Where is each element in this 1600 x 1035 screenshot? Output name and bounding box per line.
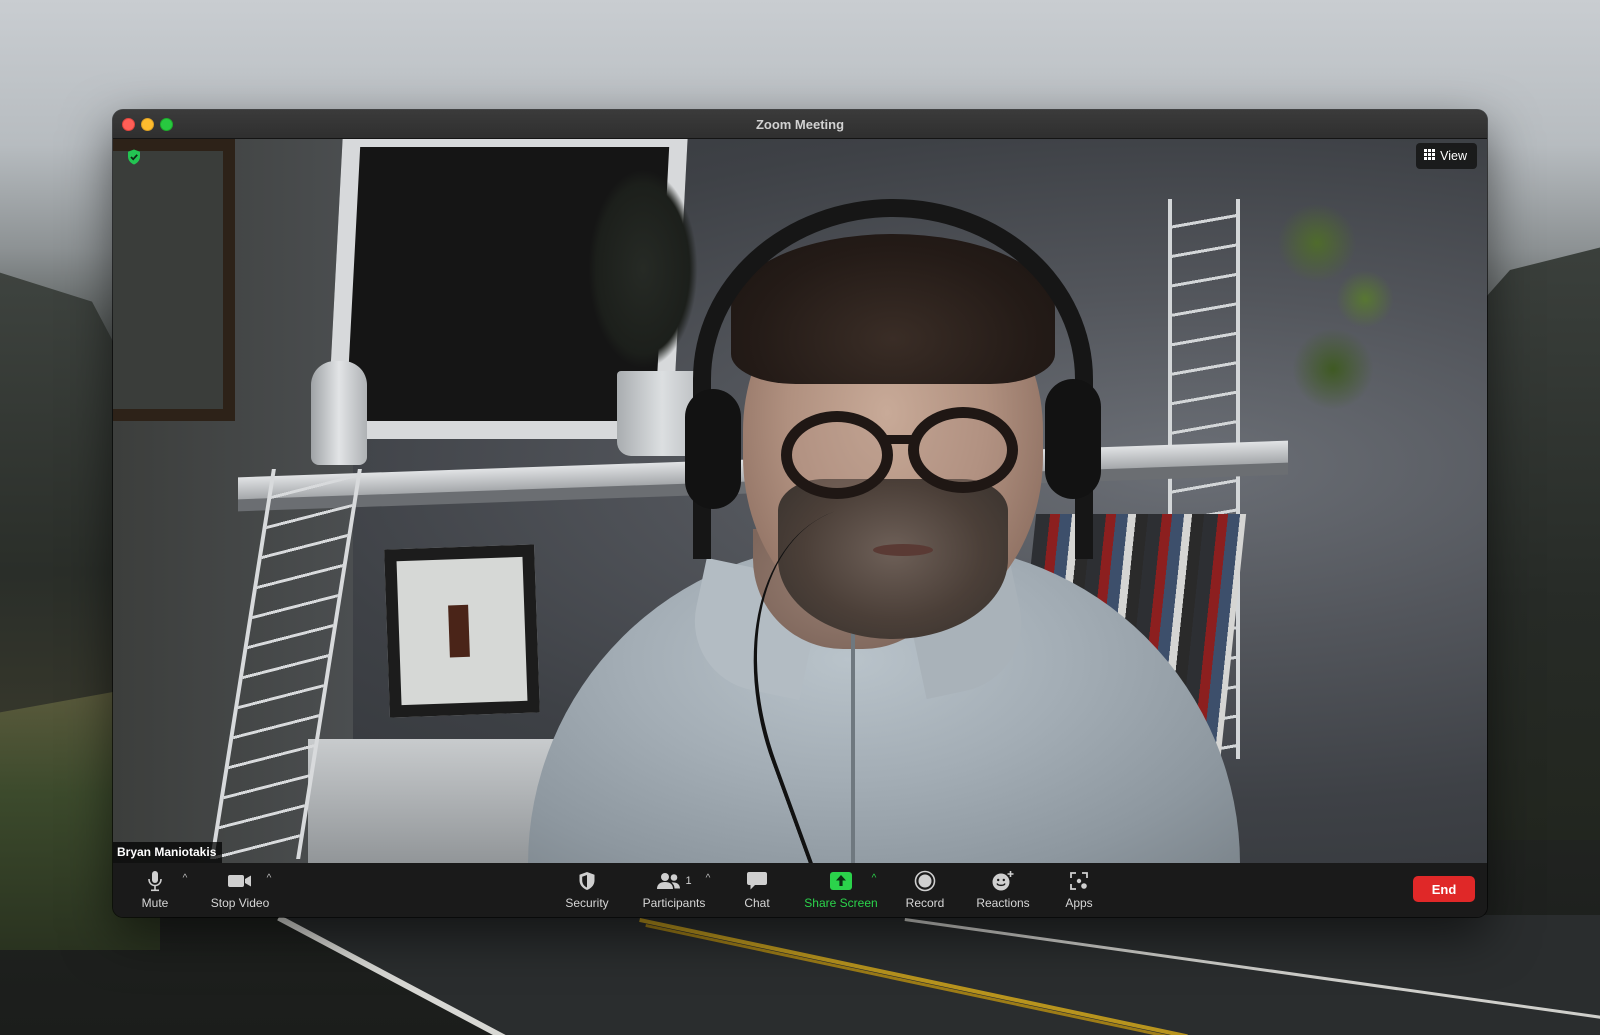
mute-label: Mute — [141, 896, 169, 910]
chat-button[interactable]: Chat — [737, 869, 777, 913]
video-background-picture — [384, 544, 540, 718]
record-label: Record — [905, 896, 945, 910]
apps-label: Apps — [1065, 896, 1093, 910]
wallpaper-road — [280, 915, 1600, 1035]
participants-count: 1 — [685, 875, 692, 887]
encryption-shield-icon[interactable] — [127, 149, 141, 165]
participants-button[interactable]: 1 Participants — [639, 869, 709, 913]
security-button[interactable]: Security — [562, 869, 612, 913]
chat-label: Chat — [744, 896, 770, 910]
view-button[interactable]: View — [1416, 143, 1477, 169]
video-background-frame — [113, 139, 235, 421]
audio-options-chevron-up-icon[interactable]: ^ — [180, 873, 190, 884]
participant-video[interactable]: View Bryan Maniotakis — [113, 139, 1487, 863]
video-background-plant — [588, 169, 698, 369]
participants-label: Participants — [642, 896, 706, 910]
person-headphones-cup-left — [685, 389, 741, 509]
share-screen-label: Share Screen — [804, 896, 878, 910]
title-bar[interactable]: Zoom Meeting — [113, 110, 1487, 139]
share-arrow-icon — [829, 869, 853, 893]
video-background-vase — [311, 361, 367, 465]
person-headphones-cup-right — [1045, 379, 1101, 499]
meeting-toolbar: Mute ^ Stop Video ^ Security 1 Participa… — [113, 863, 1487, 917]
stop-video-label: Stop Video — [210, 896, 270, 910]
zoom-meeting-window: Zoom Meeting View Bryan Maniotakis Mute … — [113, 110, 1487, 917]
people-icon: 1 — [656, 869, 692, 893]
reactions-button[interactable]: Reactions — [975, 869, 1031, 913]
video-background-picture-art — [448, 604, 470, 658]
record-button[interactable]: Record — [903, 869, 947, 913]
smiley-plus-icon — [991, 869, 1015, 893]
mute-button[interactable]: Mute — [135, 869, 175, 913]
grid-icon — [1424, 149, 1436, 163]
share-screen-button[interactable]: Share Screen — [803, 869, 879, 913]
video-background-leaves — [1253, 159, 1413, 439]
shield-icon — [578, 869, 596, 893]
video-camera-icon — [227, 869, 253, 893]
record-icon — [914, 869, 936, 893]
end-meeting-button[interactable]: End — [1413, 876, 1475, 902]
window-title: Zoom Meeting — [755, 117, 845, 132]
share-options-chevron-up-icon[interactable]: ^ — [869, 873, 879, 884]
video-options-chevron-up-icon[interactable]: ^ — [264, 873, 274, 884]
participants-options-chevron-up-icon[interactable]: ^ — [703, 873, 713, 884]
chat-bubble-icon — [746, 869, 768, 893]
apps-icon — [1069, 869, 1089, 893]
microphone-icon — [147, 869, 163, 893]
participant-name-tag: Bryan Maniotakis — [113, 842, 223, 863]
apps-button[interactable]: Apps — [1059, 869, 1099, 913]
view-label: View — [1440, 149, 1467, 163]
security-label: Security — [565, 896, 609, 910]
reactions-label: Reactions — [976, 896, 1030, 910]
